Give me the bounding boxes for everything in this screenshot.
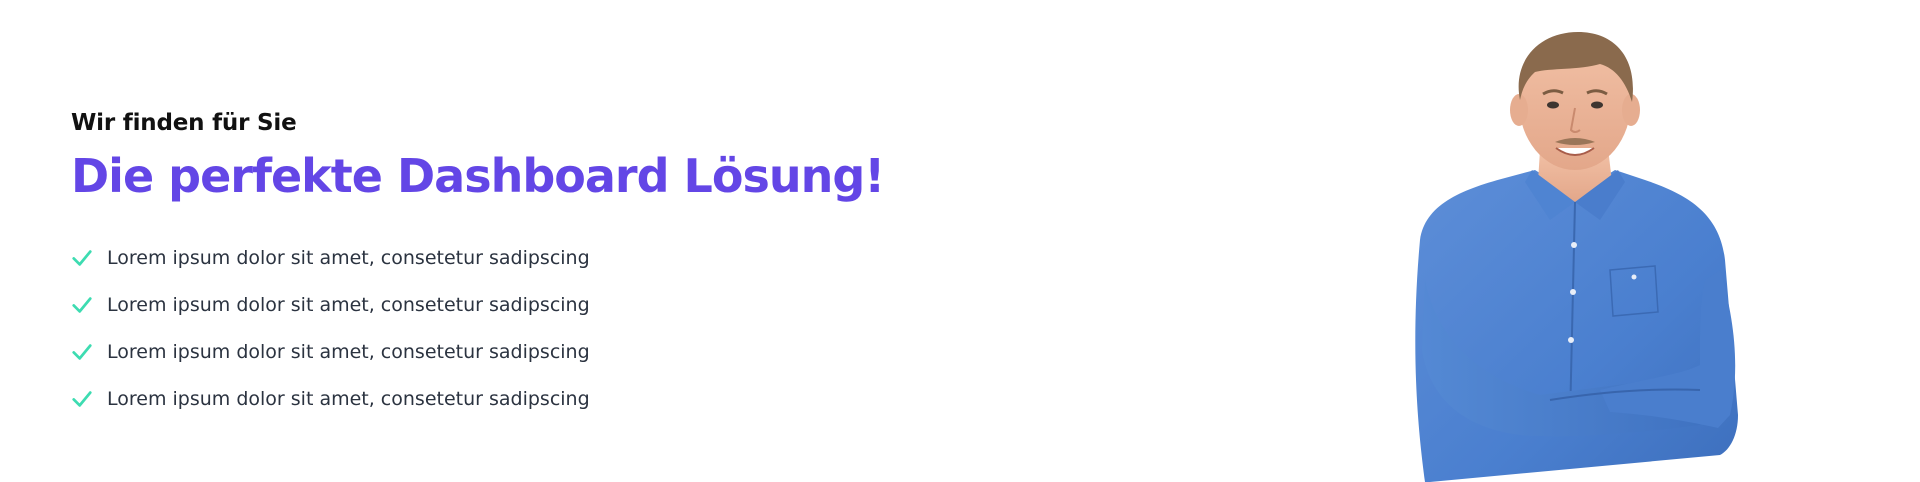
feature-text: Lorem ipsum dolor sit amet, consetetur s… [107,293,590,316]
hero-subtitle: Wir finden für Sie [71,110,297,136]
hero-text: Wir finden für Sie Die perfekte Dashboar… [71,108,971,422]
check-icon [72,296,92,313]
feature-item: Lorem ipsum dolor sit amet, consetetur s… [71,234,971,281]
check-icon [72,390,92,407]
hero-section: Wir finden für Sie Die perfekte Dashboar… [0,0,1920,482]
feature-text: Lorem ipsum dolor sit amet, consetetur s… [107,387,590,410]
portrait-image [1415,32,1738,482]
check-icon [72,249,92,266]
feature-list: Lorem ipsum dolor sit amet, consetetur s… [71,234,971,422]
feature-item: Lorem ipsum dolor sit amet, consetetur s… [71,328,971,375]
feature-text: Lorem ipsum dolor sit amet, consetetur s… [107,246,590,269]
check-icon [72,343,92,360]
feature-item: Lorem ipsum dolor sit amet, consetetur s… [71,281,971,328]
feature-text: Lorem ipsum dolor sit amet, consetetur s… [107,340,590,363]
feature-item: Lorem ipsum dolor sit amet, consetetur s… [71,375,971,422]
hero-headline: Die perfekte Dashboard Lösung! [71,149,885,203]
